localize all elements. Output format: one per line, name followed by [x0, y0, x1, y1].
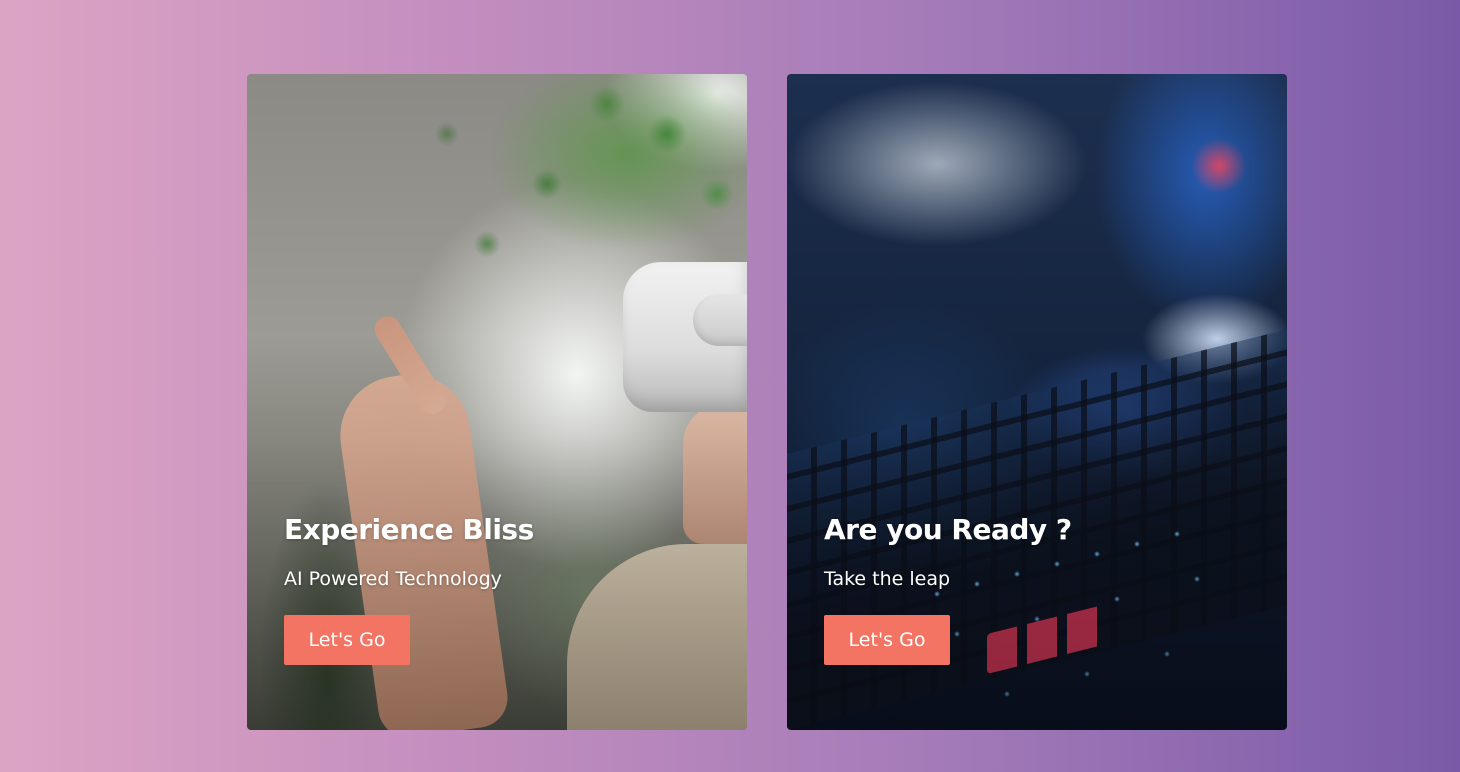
card-content: Experience Bliss AI Powered Technology L… [284, 510, 710, 665]
card-title: Experience Bliss [284, 513, 534, 546]
card-content: Are you Ready ? Take the leap Let's Go [824, 510, 1250, 665]
card-subtitle: AI Powered Technology [284, 568, 502, 590]
lets-go-button[interactable]: Let's Go [824, 615, 950, 665]
card-subtitle: Take the leap [824, 568, 951, 590]
lets-go-button[interactable]: Let's Go [284, 615, 410, 665]
card-title: Are you Ready ? [824, 513, 1072, 546]
card-are-you-ready: Are you Ready ? Take the leap Let's Go [787, 74, 1287, 730]
card-experience-bliss: Experience Bliss AI Powered Technology L… [247, 74, 747, 730]
